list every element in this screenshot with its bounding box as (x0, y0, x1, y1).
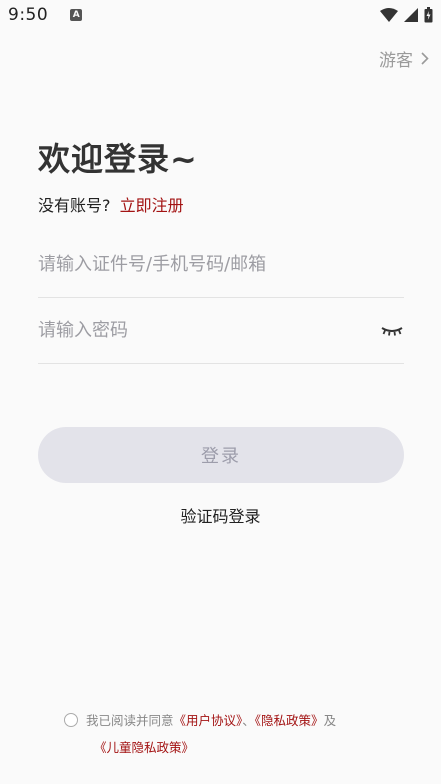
status-icons (380, 7, 433, 23)
account-input[interactable] (38, 244, 404, 285)
agreement-separator: 、 (242, 713, 255, 728)
login-screen: 9:50 A 游客 欢迎登录~ 没有账号? 立即注册 请输入证件号/手机号码/邮… (0, 0, 441, 784)
child-privacy-policy-link[interactable]: 《儿童隐私政策》 (94, 740, 194, 755)
sms-login-link[interactable]: 验证码登录 (0, 503, 441, 527)
status-time: 9:50 (8, 5, 49, 25)
agree-checkbox[interactable] (64, 713, 78, 727)
battery-icon (424, 7, 433, 23)
no-account-text: 没有账号? (38, 196, 111, 215)
eye-closed-icon[interactable] (380, 323, 404, 339)
signal-icon (404, 8, 418, 22)
register-row: 没有账号? 立即注册 (38, 192, 184, 216)
chevron-right-icon (421, 52, 429, 65)
agreement: 我已阅读并同意《用户协议》、《隐私政策》及 《儿童隐私政策》 (64, 707, 394, 761)
password-field (38, 298, 404, 364)
guest-button[interactable]: 游客 (379, 46, 429, 71)
agreement-prefix: 我已阅读并同意 (86, 713, 174, 728)
account-field (38, 232, 404, 298)
status-bar: 9:50 A (0, 0, 441, 30)
agreement-line-2: 《儿童隐私政策》 (64, 734, 394, 761)
guest-label: 游客 (379, 51, 413, 71)
a-icon: A (70, 9, 83, 21)
privacy-policy-link[interactable]: 《隐私政策》 (255, 713, 324, 728)
register-link[interactable]: 立即注册 (120, 196, 184, 215)
agreement-line-1: 我已阅读并同意《用户协议》、《隐私政策》及 (64, 707, 394, 734)
login-button[interactable]: 登录 (38, 427, 404, 483)
wifi-icon (380, 8, 398, 22)
agreement-and: 及 (323, 713, 337, 728)
user-agreement-link[interactable]: 《用户协议》 (174, 713, 243, 728)
page-title: 欢迎登录~ (38, 140, 198, 178)
password-input[interactable] (38, 310, 380, 351)
